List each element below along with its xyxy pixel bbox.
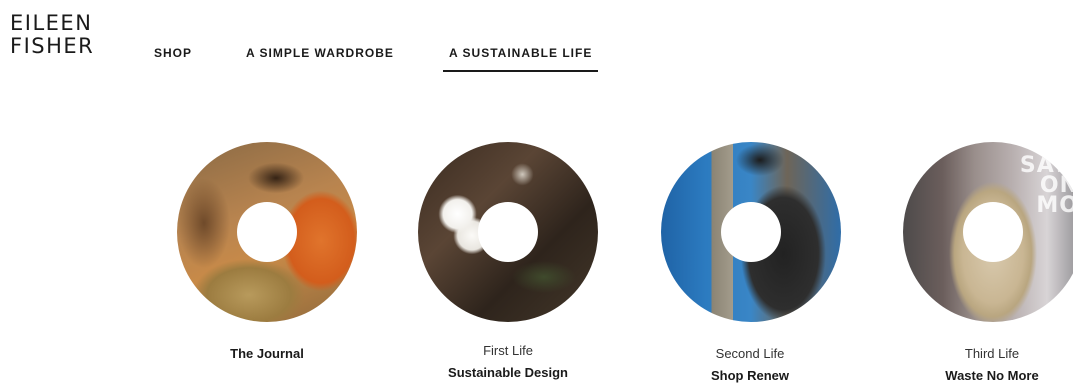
shop-renew-link[interactable]: Shop Renew bbox=[650, 368, 850, 383]
sustainable-design-link[interactable]: Sustainable Design bbox=[408, 365, 608, 380]
second-life-label: Second Life bbox=[715, 346, 785, 361]
circle-center-hole bbox=[478, 202, 538, 262]
first-life-label: First Life bbox=[483, 343, 533, 358]
circle-center-hole bbox=[721, 202, 781, 262]
third-life-caption: Third Life Waste No More bbox=[892, 346, 1073, 383]
logo-line-1: EILEEN bbox=[10, 11, 93, 35]
circle-center-hole bbox=[963, 202, 1023, 262]
first-life-image[interactable] bbox=[418, 142, 598, 322]
window-sign-line-3: MO bbox=[1036, 193, 1073, 218]
second-life-image[interactable] bbox=[661, 142, 841, 322]
third-life-image[interactable]: SAW ON MO bbox=[903, 142, 1073, 322]
circle-center-hole bbox=[237, 202, 297, 262]
second-life-caption: Second Life Shop Renew bbox=[650, 346, 850, 383]
first-life-caption: First Life Sustainable Design bbox=[408, 343, 608, 380]
brand-logo[interactable]: EILEEN FISHER bbox=[10, 12, 94, 58]
journal-title-link[interactable]: The Journal bbox=[167, 346, 367, 361]
waste-no-more-link[interactable]: Waste No More bbox=[892, 368, 1073, 383]
nav-item-a-sustainable-life[interactable]: A SUSTAINABLE LIFE bbox=[442, 46, 599, 72]
third-life-label: Third Life bbox=[964, 346, 1020, 361]
nav-item-shop[interactable]: SHOP bbox=[154, 46, 192, 72]
journal-image[interactable] bbox=[177, 142, 357, 322]
logo-line-2: FISHER bbox=[10, 34, 95, 58]
nav-item-a-simple-wardrobe[interactable]: A SIMPLE WARDROBE bbox=[246, 46, 394, 72]
window-sign-text: SAW ON MO bbox=[1020, 155, 1073, 218]
journal-caption: The Journal bbox=[167, 346, 367, 361]
